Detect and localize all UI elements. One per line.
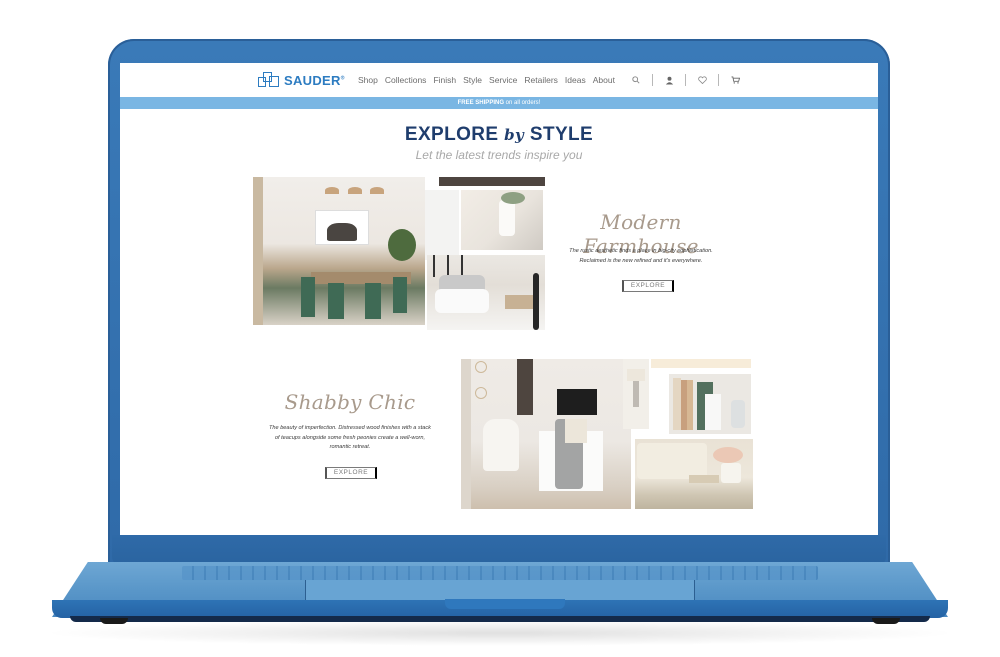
explore-modern-farmhouse-button[interactable]: EXPLORE — [622, 280, 674, 292]
description-line: romantic retreat. — [329, 444, 371, 450]
site-header: SAUDER® Shop Collections Finish Style Se… — [120, 63, 878, 97]
antler-decor-photo — [461, 190, 543, 250]
wood-texture-strip — [439, 177, 545, 186]
laptop-keyboard — [182, 566, 818, 580]
laptop-screen: SAUDER® Shop Collections Finish Style Se… — [120, 63, 878, 535]
description-line: The beauty of imperfection. Distressed w… — [269, 425, 431, 431]
promo-text: on all orders! — [503, 100, 541, 106]
wood-strip — [651, 359, 751, 368]
divider — [652, 74, 653, 86]
style-name-shabby-chic: Shabby Chic — [284, 390, 416, 414]
description-line: The rustic aesthetic finds a place in bi… — [569, 248, 713, 254]
laptop-foot-left — [100, 618, 128, 624]
nav-collections[interactable]: Collections — [385, 75, 427, 85]
divider — [685, 74, 686, 86]
nav-retailers[interactable]: Retailers — [524, 75, 558, 85]
wishlist-heart-icon[interactable] — [689, 73, 715, 87]
explore-shabby-chic-button[interactable]: EXPLORE — [325, 467, 377, 479]
laptop-bezel-bottom — [112, 535, 886, 565]
page-title: EXPLORE by STYLE — [120, 124, 878, 146]
nav-service[interactable]: Service — [489, 75, 517, 85]
description-line: Reclaimed is the new refined and it's ev… — [579, 257, 703, 264]
title-by: by — [504, 126, 525, 144]
bookshelf-decor-photo — [669, 374, 751, 434]
laptop-foot-right — [872, 618, 900, 624]
header-icons — [623, 73, 748, 87]
style-description-modern-farmhouse: The rustic aesthetic finds a place in bi… — [552, 247, 730, 266]
sauder-logo[interactable]: SAUDER® — [258, 72, 345, 88]
main-nav: Shop Collections Finish Style Service Re… — [358, 75, 615, 85]
nav-style[interactable]: Style — [463, 75, 482, 85]
title-style: STYLE — [524, 124, 594, 145]
lamp-photo — [623, 359, 649, 429]
logo-squares-icon — [258, 72, 280, 88]
window-photo — [425, 190, 459, 260]
nav-finish[interactable]: Finish — [433, 75, 456, 85]
laptop-base-bottom — [70, 616, 930, 622]
nav-shop[interactable]: Shop — [358, 75, 378, 85]
laptop-notch — [445, 599, 565, 609]
description-line: of teacups alongside some fresh peonies … — [274, 434, 426, 441]
account-icon[interactable] — [656, 73, 682, 87]
shabby-chic-collage[interactable] — [461, 359, 753, 509]
promo-bold: FREE SHIPPING — [457, 100, 504, 106]
dining-room-photo — [253, 177, 425, 325]
divider — [718, 74, 719, 86]
laptop-trackpad — [305, 580, 695, 600]
laptop-shadow — [40, 620, 960, 646]
title-explore: EXPLORE — [404, 124, 505, 145]
cart-icon[interactable] — [722, 73, 748, 87]
home-office-photo — [461, 359, 631, 509]
logo-text: SAUDER® — [284, 72, 345, 88]
bedroom-pillows-photo — [427, 255, 545, 330]
sofa-peonies-photo — [635, 439, 753, 509]
nav-ideas[interactable]: Ideas — [565, 75, 586, 85]
modern-farmhouse-collage[interactable] — [253, 177, 545, 330]
search-icon[interactable] — [623, 73, 649, 87]
page-subtitle: Let the latest trends inspire you — [415, 148, 583, 162]
promo-bar[interactable]: FREE SHIPPING on all orders! — [120, 97, 878, 109]
style-description-shabby-chic: The beauty of imperfection. Distressed w… — [250, 424, 450, 453]
nav-about[interactable]: About — [593, 75, 615, 85]
